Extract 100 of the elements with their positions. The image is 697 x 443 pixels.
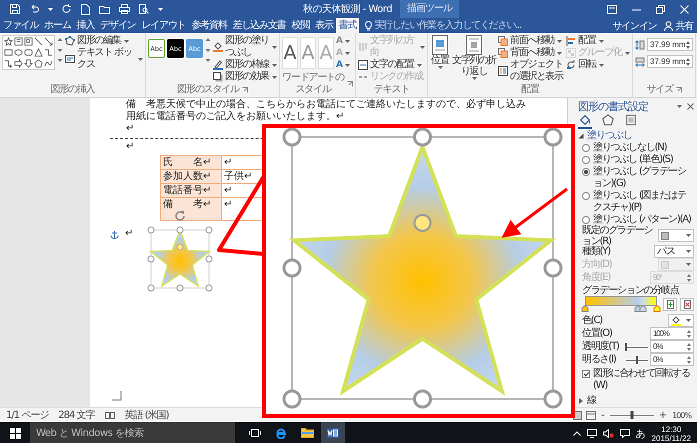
- ribbon-command[interactable]: 図形の編集: [65, 35, 143, 47]
- dialog-launcher-icon[interactable]: [676, 87, 682, 93]
- ribbon-command[interactable]: 文字の配置: [358, 59, 425, 71]
- radio-label[interactable]: 塗りつぶし (図またはテクスチャ)(P): [593, 190, 694, 214]
- ribbon-tab[interactable]: レイアウト: [138, 18, 188, 33]
- resize-handle[interactable]: [282, 128, 302, 146]
- ribbon-tab[interactable]: 書式: [336, 18, 360, 33]
- ribbon-tab[interactable]: 表示: [312, 18, 336, 33]
- sign-in-link[interactable]: サインイン: [608, 18, 660, 32]
- remove-stop-button[interactable]: [680, 298, 694, 310]
- ribbon-tab[interactable]: ファイル: [0, 18, 42, 33]
- elbow-connector-icon[interactable]: [44, 48, 53, 57]
- gradient-bar[interactable]: [582, 296, 660, 312]
- ribbon-command[interactable]: 回転: [566, 59, 630, 71]
- spin-field[interactable]: 0%: [650, 353, 694, 366]
- folder-icon[interactable]: [99, 4, 110, 14]
- restore-icon[interactable]: [656, 4, 665, 14]
- collapsed-triangle-icon[interactable]: [578, 398, 584, 404]
- gradient-stop[interactable]: [582, 305, 588, 312]
- text-box-icon[interactable]: [14, 37, 23, 46]
- radio-button[interactable]: [582, 156, 590, 164]
- windows-logo-icon[interactable]: [10, 428, 20, 439]
- radio-label[interactable]: 塗りつぶし (グラデーション)(G): [593, 166, 694, 190]
- spin-field[interactable]: 0%: [650, 340, 694, 353]
- checkbox[interactable]: [582, 370, 590, 378]
- right-arrow-icon[interactable]: [14, 59, 23, 68]
- caret-icon[interactable]: [677, 105, 682, 108]
- ime-indicator[interactable]: あ: [636, 426, 646, 440]
- size-field[interactable]: 37.99 mm: [647, 38, 694, 51]
- expanded-triangle-icon[interactable]: [578, 133, 584, 139]
- add-stop-button[interactable]: [663, 298, 677, 310]
- resize-handle[interactable]: [544, 128, 562, 146]
- slider[interactable]: [626, 356, 648, 364]
- checkbox-label[interactable]: 図形に合わせて回転する(W): [593, 368, 694, 392]
- zoom-slider-thumb[interactable]: [630, 411, 634, 419]
- section-header[interactable]: 塗りつぶし: [587, 130, 632, 142]
- search-field[interactable]: Web と Windows を検索: [30, 422, 235, 443]
- save-icon[interactable]: [10, 4, 20, 14]
- color-picker-button[interactable]: [668, 314, 694, 327]
- radio-button[interactable]: [582, 192, 590, 200]
- dialog-launcher-icon[interactable]: [347, 81, 353, 87]
- star-icon[interactable]: [4, 37, 13, 46]
- selected-star-drawing[interactable]: [147, 226, 214, 292]
- triangle-icon[interactable]: [34, 48, 43, 57]
- proofing-book-icon[interactable]: [104, 411, 115, 419]
- resize-handle[interactable]: [413, 390, 432, 408]
- resize-handle[interactable]: [544, 258, 562, 278]
- resize-handle[interactable]: [282, 390, 302, 408]
- page-count[interactable]: 1/1 ページ: [6, 408, 48, 422]
- ribbon-command[interactable]: 前面へ移動: [498, 35, 564, 47]
- close-icon[interactable]: [687, 103, 694, 110]
- gradient-stop[interactable]: [654, 305, 660, 312]
- ribbon-tab[interactable]: 参考資料: [188, 18, 230, 33]
- gradient-preset-dropdown[interactable]: [658, 229, 694, 242]
- ribbon-tab[interactable]: デザイン: [97, 18, 138, 33]
- curve-icon[interactable]: [44, 59, 53, 68]
- line-icon[interactable]: [34, 37, 43, 46]
- wordart-sample[interactable]: A: [282, 37, 298, 69]
- wordart-tool[interactable]: A: [336, 59, 350, 71]
- document-icon[interactable]: [81, 4, 90, 14]
- radio-button[interactable]: [582, 144, 590, 152]
- document-search-icon[interactable]: [139, 4, 149, 14]
- ribbon-command[interactable]: 図形の塗りつぶし: [213, 35, 277, 59]
- notification-icon[interactable]: [620, 429, 630, 438]
- rectangle-icon[interactable]: [4, 48, 13, 57]
- size-field[interactable]: 37.99 mm: [647, 55, 694, 68]
- type-dropdown[interactable]: パス: [654, 245, 694, 258]
- taskbar-app[interactable]: [321, 422, 345, 443]
- language-status[interactable]: 英語 (米国): [124, 408, 169, 422]
- ribbon-command[interactable]: 図形の効果: [213, 71, 277, 83]
- zoom-out-button[interactable]: -: [600, 410, 606, 420]
- radio-label[interactable]: 塗りつぶし (パターン)(A): [593, 214, 691, 226]
- zoom-level[interactable]: 100%: [672, 410, 691, 420]
- ribbon-command[interactable]: 図形の枠線: [213, 59, 277, 71]
- ribbon-large-button[interactable]: 文字列の折り返し: [452, 35, 496, 80]
- share-button[interactable]: 共有: [660, 18, 697, 32]
- adjust-handle[interactable]: [413, 214, 432, 232]
- pentagon-icon[interactable]: [34, 59, 43, 68]
- resize-handle[interactable]: [413, 128, 432, 146]
- network-icon[interactable]: [586, 429, 597, 438]
- volume-icon[interactable]: [602, 429, 614, 438]
- ribbon-large-button[interactable]: 位置: [430, 35, 450, 69]
- redo-icon[interactable]: [62, 4, 72, 14]
- caret-icon[interactable]: [48, 8, 53, 10]
- web-layout-icon[interactable]: [586, 410, 596, 420]
- ribbon-tab[interactable]: ホーム: [41, 18, 74, 33]
- chevron-up-icon[interactable]: [572, 431, 581, 436]
- caret-icon[interactable]: [158, 8, 163, 10]
- text-box-icon[interactable]: [24, 37, 33, 46]
- zoom-slider[interactable]: [610, 411, 654, 419]
- rotate-handle-icon[interactable]: [174, 210, 186, 222]
- resize-handle[interactable]: [544, 390, 562, 408]
- ribbon-command[interactable]: 背面へ移動: [498, 47, 564, 59]
- shape-gallery[interactable]: [2, 35, 55, 70]
- ribbon-command[interactable]: オブジェクトの選択と表示: [498, 59, 564, 83]
- pane-tab[interactable]: [578, 113, 592, 129]
- printer-icon[interactable]: [119, 4, 130, 14]
- slider[interactable]: [626, 342, 648, 350]
- ribbon-tab[interactable]: 挿入: [74, 18, 98, 33]
- spin-field[interactable]: 100%: [650, 327, 694, 340]
